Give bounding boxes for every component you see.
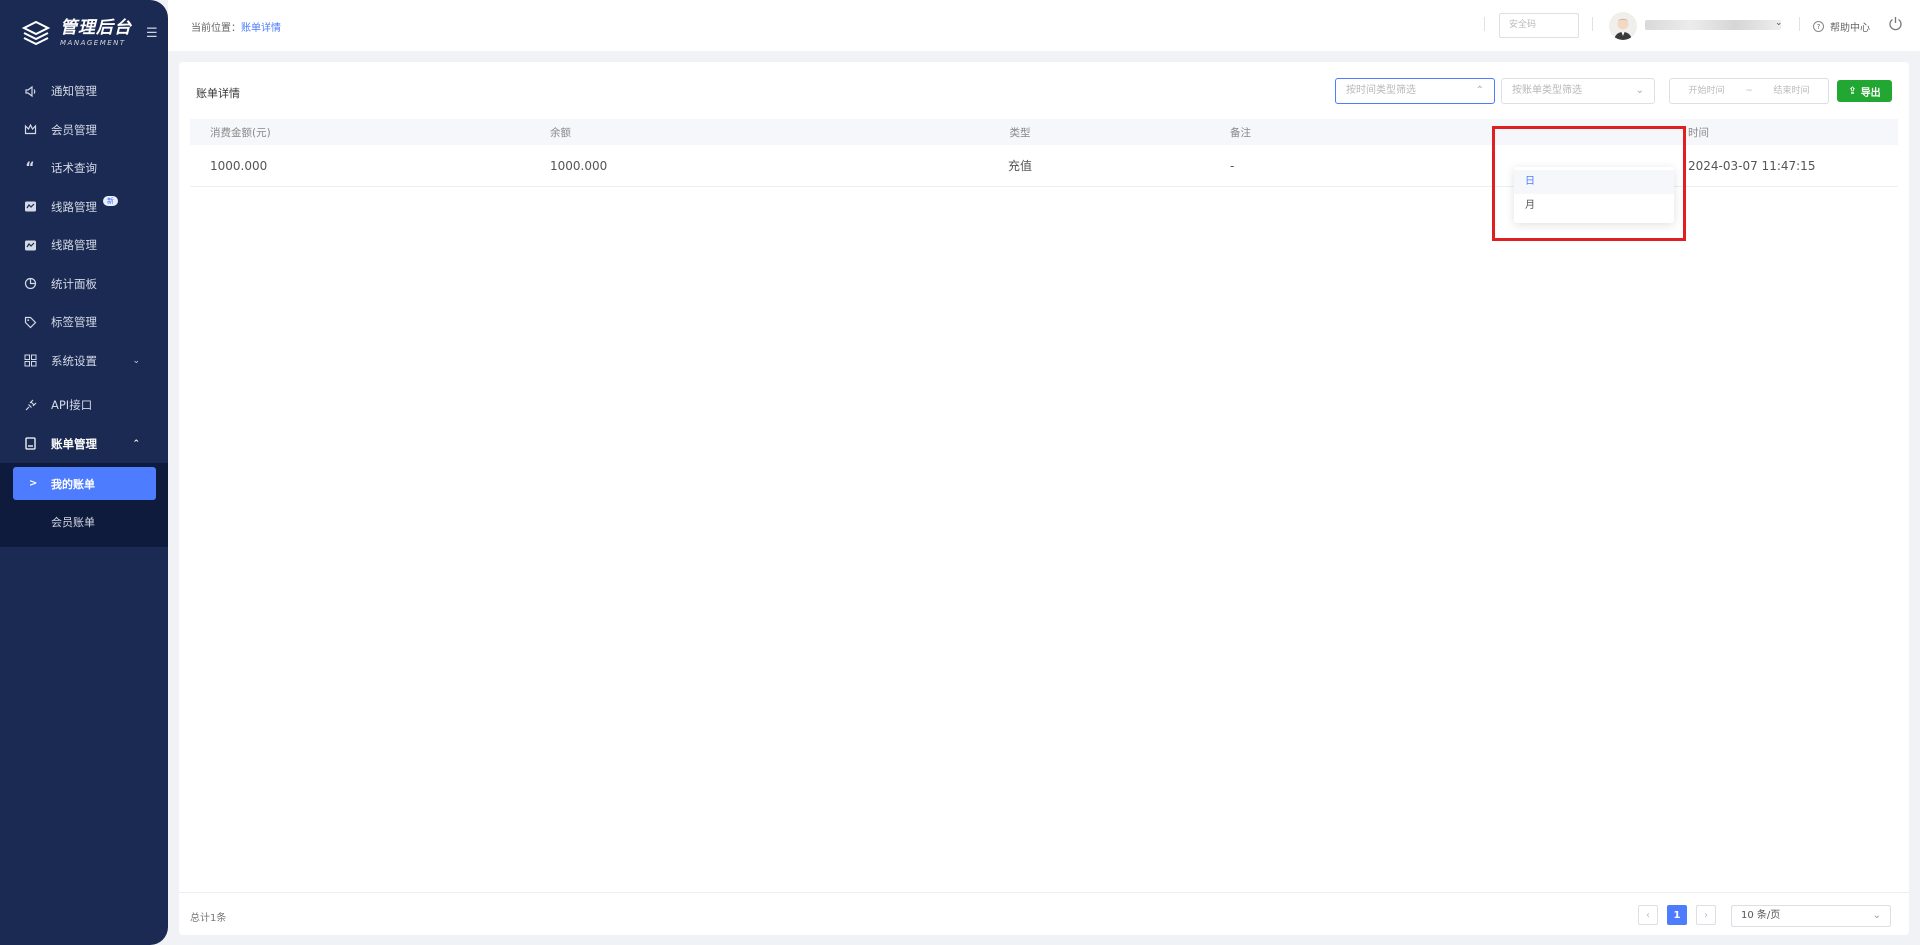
breadcrumb-prefix: 当前位置：	[191, 23, 241, 34]
help-icon: ?	[1813, 21, 1824, 32]
range-separator: ~	[1745, 86, 1753, 96]
bill-detail-card: 账单详情 按时间类型筛选 ⌃ 按账单类型筛选 ⌄ 开始时间 ~ 结束时间 ⇪ 导…	[179, 62, 1909, 935]
sidebar-item-label: 系统设置	[51, 353, 97, 368]
sidebar-item-label: 标签管理	[51, 315, 97, 330]
sidebar-item-notice[interactable]: 通知管理	[0, 72, 168, 111]
bill-type-placeholder: 按账单类型筛选	[1512, 85, 1582, 96]
book-icon	[23, 437, 37, 451]
upload-icon: ⇪	[1848, 85, 1857, 97]
sidebar-item-label: 账单管理	[51, 436, 97, 451]
sidebar-item-label: 线路管理	[51, 238, 97, 253]
quote-icon: “	[25, 160, 35, 177]
sidebar-item-label: 通知管理	[51, 84, 97, 99]
sidebar-item-billing[interactable]: 账单管理 ⌃	[0, 425, 168, 464]
sidebar-item-my-bills[interactable]: 我的账单	[13, 467, 156, 500]
total-count: 总计1条	[190, 913, 227, 924]
route-icon	[23, 200, 37, 214]
chevron-up-icon: ⌃	[1475, 85, 1484, 96]
top-header: 当前位置：账单详情 安全码 ⌄ ? 帮助中心	[168, 0, 1920, 51]
column-header: 余额	[550, 126, 571, 139]
sidebar-item-label: 会员管理	[51, 122, 97, 137]
bill-type-select[interactable]: 按账单类型筛选 ⌄	[1501, 78, 1655, 104]
time-type-select[interactable]: 按时间类型筛选 ⌃	[1335, 78, 1495, 104]
pie-chart-icon	[23, 277, 37, 291]
avatar[interactable]	[1609, 12, 1637, 40]
time-type-placeholder: 按时间类型筛选	[1346, 85, 1416, 96]
sidebar-item-stats[interactable]: 统计面板	[0, 265, 168, 304]
divider	[1592, 17, 1593, 31]
table-cell-amount: 1000.000	[210, 158, 268, 173]
security-code-input[interactable]: 安全码	[1499, 13, 1579, 38]
layers-logo-icon	[22, 20, 50, 46]
sidebar-item-members[interactable]: 会员管理	[0, 111, 168, 150]
column-header: 备注	[1230, 126, 1251, 139]
divider	[179, 892, 1909, 893]
app-title: 管理后台	[60, 17, 132, 38]
sidebar-menu: 通知管理 会员管理 “ 话术查询 线路管理 新 线路管理 统计面板 标签管理 系…	[0, 72, 168, 547]
chevron-down-icon: ⌄	[132, 355, 140, 366]
chevron-down-icon[interactable]: ⌄	[1775, 18, 1783, 28]
column-header: 消费金额(元)	[210, 126, 271, 139]
divider	[1484, 17, 1485, 31]
menu-collapse-icon[interactable]: ☰	[146, 26, 158, 41]
user-avatar-icon	[1614, 18, 1632, 40]
table-cell-type: 充值	[1007, 159, 1032, 173]
page-size-value: 10 条/页	[1741, 910, 1781, 921]
plug-icon	[23, 398, 37, 412]
app-subtitle: MANAGEMENT	[60, 38, 126, 47]
sidebar-item-tags[interactable]: 标签管理	[0, 303, 168, 342]
speaker-icon	[23, 84, 37, 98]
highlight-annotation-box	[1492, 126, 1686, 241]
sidebar-item-label: 线路管理	[51, 199, 97, 214]
page-title: 账单详情	[196, 87, 240, 100]
sidebar-item-label: 话术查询	[51, 161, 97, 176]
sidebar-item-label: 统计面板	[51, 276, 97, 291]
divider	[1799, 17, 1800, 31]
grid-icon	[23, 354, 37, 368]
sidebar-item-api[interactable]: API接口	[0, 386, 168, 425]
export-button[interactable]: ⇪ 导出	[1837, 80, 1892, 102]
pagination: ‹ 1 ›	[1638, 905, 1716, 925]
sidebar-item-member-bills[interactable]: 会员账单	[13, 505, 156, 538]
prev-page-button[interactable]: ‹	[1638, 905, 1658, 925]
username-blurred[interactable]	[1645, 20, 1781, 30]
next-page-button[interactable]: ›	[1696, 905, 1716, 925]
chevron-down-icon: ⌄	[1872, 910, 1881, 921]
power-icon[interactable]	[1888, 16, 1903, 31]
route-icon	[23, 238, 37, 252]
export-label: 导出	[1860, 87, 1881, 99]
chevron-down-icon: ⌄	[1635, 85, 1644, 96]
chevron-up-icon: ⌃	[132, 438, 140, 449]
new-badge: 新	[103, 195, 118, 206]
breadcrumb: 当前位置：账单详情	[191, 19, 281, 34]
sidebar-item-label: API接口	[51, 398, 93, 413]
sidebar-item-routes-new[interactable]: 线路管理 新	[0, 188, 168, 227]
start-date-input[interactable]: 开始时间	[1670, 79, 1743, 103]
end-date-input[interactable]: 结束时间	[1755, 79, 1828, 103]
billing-submenu: 我的账单 会员账单	[0, 463, 168, 547]
sidebar: 管理后台 MANAGEMENT ☰ 通知管理 会员管理 “ 话术查询 线路管理	[0, 0, 168, 945]
tag-icon	[23, 315, 37, 329]
breadcrumb-current[interactable]: 账单详情	[241, 23, 281, 34]
page-size-select[interactable]: 10 条/页 ⌄	[1731, 905, 1891, 927]
table-cell-balance: 1000.000	[550, 158, 608, 173]
page-number-current[interactable]: 1	[1667, 905, 1687, 925]
sidebar-item-scripts[interactable]: “ 话术查询	[0, 149, 168, 188]
help-center-link[interactable]: ? 帮助中心	[1813, 19, 1870, 34]
sidebar-item-routes[interactable]: 线路管理	[0, 226, 168, 265]
table-cell-remark: -	[1230, 158, 1235, 173]
help-label: 帮助中心	[1830, 23, 1870, 34]
crown-icon	[23, 123, 37, 137]
date-range-picker[interactable]: 开始时间 ~ 结束时间	[1669, 78, 1829, 104]
column-header: 类型	[1009, 126, 1031, 139]
sidebar-item-settings[interactable]: 系统设置 ⌄	[0, 342, 168, 381]
logo: 管理后台 MANAGEMENT ☰	[0, 0, 168, 66]
